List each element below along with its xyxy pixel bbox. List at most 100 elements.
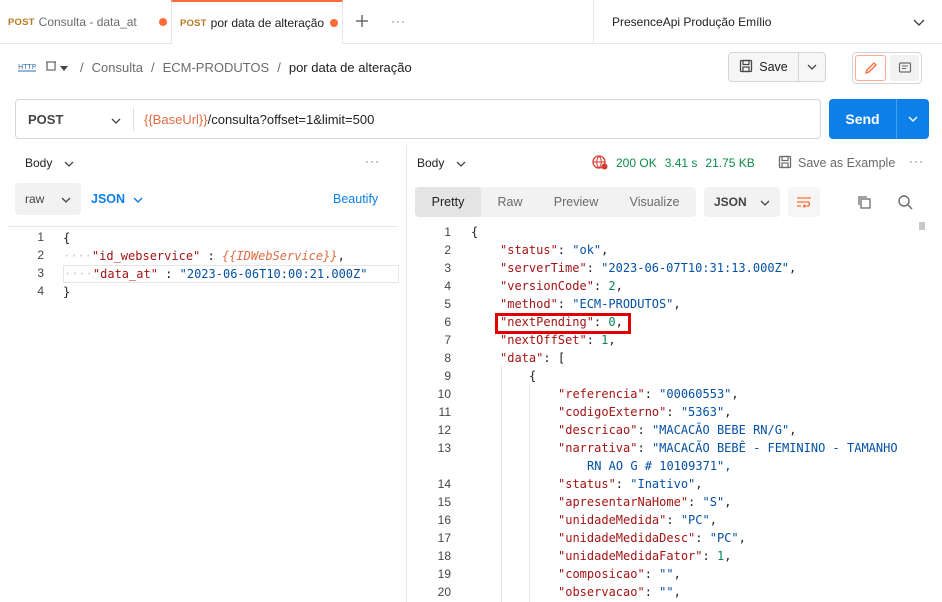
- close-brace: }: [63, 285, 71, 299]
- line-number: 13: [437, 441, 451, 455]
- view-tab-visualize[interactable]: Visualize: [613, 187, 696, 217]
- line-number: 1: [37, 230, 44, 244]
- breadcrumb-item-ecm-produtos[interactable]: ECM-PRODUTOS: [163, 60, 270, 75]
- globe-error-icon[interactable]: [592, 154, 608, 173]
- json-comma: ,: [709, 513, 717, 527]
- request-body-tab[interactable]: Body: [25, 154, 74, 172]
- json-colon: :: [557, 243, 573, 257]
- comments-icon[interactable]: [890, 55, 919, 81]
- json-string: "5363": [680, 405, 725, 419]
- environment-selector[interactable]: PresenceApi Produção Emílio: [612, 0, 771, 44]
- chevron-down-icon: [111, 112, 121, 127]
- view-tab-pretty[interactable]: Pretty: [415, 187, 481, 217]
- json-string: "MACACÃO BEBÊ - FEMININO - TAMANHO: [651, 441, 898, 455]
- open-brace: {: [63, 231, 71, 245]
- json-comma: ,: [724, 405, 732, 419]
- chevron-down-icon[interactable]: [913, 16, 925, 30]
- response-body-tab[interactable]: Body: [417, 154, 466, 172]
- json-number: 1: [716, 549, 725, 563]
- json-key: "status": [558, 477, 616, 491]
- tab-consulta-data-at[interactable]: POST Consulta - data_at: [0, 0, 170, 44]
- response-body-viewer[interactable]: 1 {2 "status": "ok", 3 "serverTime": "2023-0…: [415, 222, 927, 602]
- code-line: "unidadeMedidaFator": 1,: [558, 547, 731, 565]
- json-string: "": [659, 567, 674, 581]
- save-label: Save: [759, 60, 788, 74]
- divider: [593, 0, 594, 44]
- json-colon: :: [615, 477, 631, 491]
- line-number: 5: [444, 297, 451, 311]
- code-line-current: ···· "data_at" : "2023-06-06T10:00:21.000…: [63, 265, 399, 283]
- line-number: 6: [444, 315, 451, 329]
- json-comma: ,: [724, 495, 732, 509]
- json-comma: ,: [724, 549, 732, 563]
- response-size[interactable]: 21.75 KB: [705, 156, 754, 170]
- response-format-select[interactable]: JSON: [704, 187, 780, 217]
- line-number: 8: [444, 351, 451, 365]
- scrollbar-thumb[interactable]: [919, 222, 925, 230]
- status-code[interactable]: 200 OK: [616, 156, 657, 170]
- json-colon: :: [644, 585, 660, 599]
- body-label: Body: [25, 156, 53, 170]
- new-tab-plus-icon[interactable]: [354, 13, 370, 32]
- collection-icon[interactable]: [44, 59, 58, 76]
- json-string: RN AO G # 10109371",: [587, 459, 732, 473]
- json-key: "referencia": [558, 387, 645, 401]
- breadcrumb: HTTP / Consulta / ECM-PRODUTOS / por dat…: [18, 56, 412, 78]
- code-line: "method": "ECM-PRODUTOS",: [500, 295, 681, 313]
- save-dropdown-chevron-icon[interactable]: [799, 64, 825, 70]
- send-button[interactable]: Send: [829, 99, 929, 139]
- view-tab-raw[interactable]: Raw: [481, 187, 539, 217]
- tab-more-icon[interactable]: ···: [391, 14, 406, 28]
- response-time[interactable]: 3.41 s: [665, 156, 698, 170]
- wrap-lines-icon[interactable]: [788, 187, 820, 217]
- code-line: "data": [: [500, 349, 565, 367]
- save-button[interactable]: Save: [728, 52, 826, 82]
- tab-method: POST: [180, 17, 207, 29]
- caret-down-icon[interactable]: [60, 60, 68, 75]
- breadcrumb-separator: /: [277, 59, 281, 75]
- json-colon: :: [644, 567, 660, 581]
- copy-icon[interactable]: [856, 194, 872, 213]
- right-more-icon[interactable]: ···: [909, 154, 924, 168]
- line-number: 3: [444, 261, 451, 275]
- tab-por-data-de-alteracao[interactable]: POST por data de alteração: [171, 0, 343, 44]
- url-variable: {{BaseUrl}}: [144, 111, 208, 127]
- indent-guide: [529, 384, 530, 602]
- send-dropdown-chevron-icon[interactable]: [897, 116, 929, 122]
- chevron-down-icon: [64, 156, 74, 170]
- json-string: "00060553": [659, 387, 732, 401]
- save-as-example-button[interactable]: Save as Example: [778, 154, 895, 172]
- save-icon: [739, 59, 753, 76]
- json-string: "ok": [572, 243, 602, 257]
- search-icon[interactable]: [897, 194, 913, 213]
- json-brace: {: [529, 369, 537, 383]
- json-colon: :: [157, 267, 180, 281]
- body-type-select[interactable]: raw: [15, 183, 81, 215]
- json-key: "status": [500, 243, 558, 257]
- language-select[interactable]: JSON: [91, 183, 143, 215]
- line-number: 17: [437, 531, 451, 545]
- breadcrumb-item-consulta[interactable]: Consulta: [92, 60, 143, 75]
- beautify-button[interactable]: Beautify: [333, 183, 378, 215]
- url-input[interactable]: {{BaseUrl}}/consulta?offset=1&limit=500: [134, 112, 374, 127]
- method-select[interactable]: POST: [16, 107, 134, 131]
- pane-divider[interactable]: [406, 145, 407, 602]
- json-key: "data": [500, 351, 544, 365]
- line-number: 11: [438, 405, 451, 419]
- json-key: "narrativa": [558, 441, 638, 455]
- request-body-editor[interactable]: 1 2 3 4 { ···· "id_webservice" : {{IDWebS…: [8, 226, 399, 602]
- code-line: "observacao": "",: [558, 583, 681, 601]
- code-line: "serverTime": "2023-06-07T10:31:13.000Z"…: [500, 259, 796, 277]
- mode-toggle-group: [852, 52, 922, 84]
- json-comma: ,: [789, 261, 797, 275]
- json-string: "MACACÃO BEBE RN/G": [651, 423, 790, 437]
- json-colon: :: [702, 549, 717, 563]
- json-comma: ,: [673, 585, 681, 599]
- line-number: 15: [437, 495, 451, 509]
- left-more-icon[interactable]: ···: [365, 154, 380, 168]
- json-comma: ,: [615, 279, 623, 293]
- code-line: "narrativa": "MACACÃO BEBÊ - FEMININO - …: [558, 439, 898, 457]
- edit-pencil-icon[interactable]: [855, 55, 886, 81]
- view-tab-preview[interactable]: Preview: [539, 187, 613, 217]
- request-title[interactable]: por data de alteração: [289, 60, 412, 75]
